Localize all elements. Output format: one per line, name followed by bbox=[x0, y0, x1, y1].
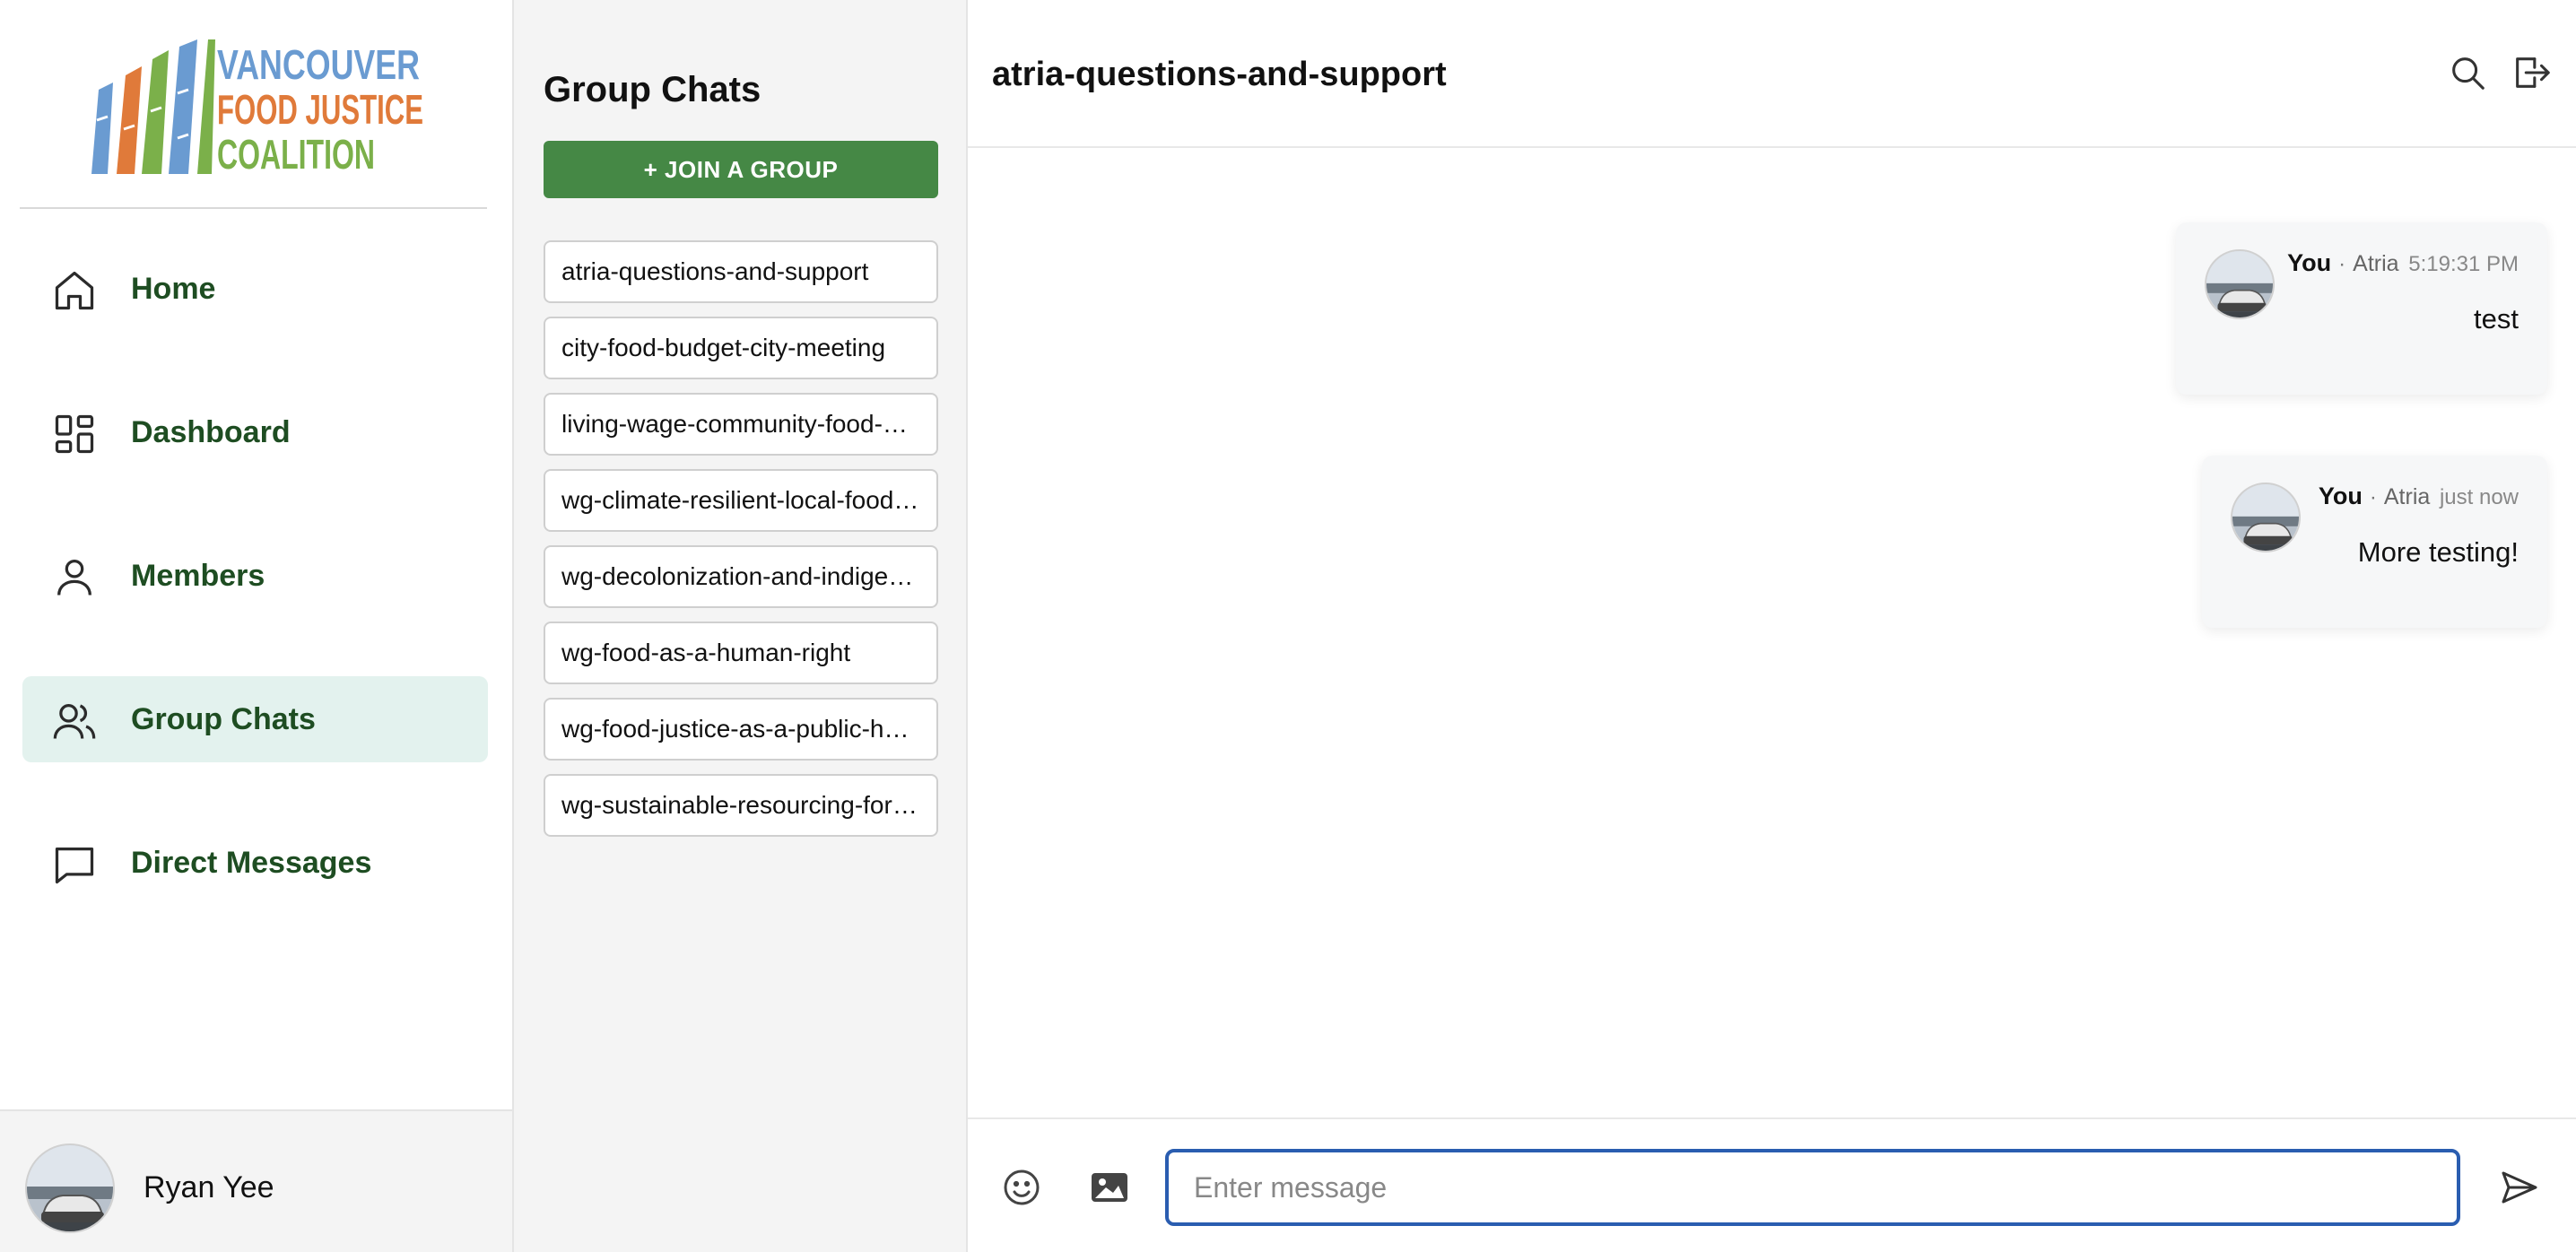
message-composer bbox=[968, 1117, 2576, 1252]
avatar-photo-icon bbox=[27, 1145, 113, 1231]
user-profile-footer[interactable]: Ryan Yee bbox=[0, 1109, 512, 1252]
message-list: You · Atria 5:19:31 PM test You · Atria just… bbox=[968, 149, 2576, 1117]
group-item[interactable]: wg-climate-resilient-local-food-systems bbox=[544, 469, 938, 532]
chat-title: atria-questions-and-support bbox=[992, 56, 1447, 93]
group-item[interactable]: wg-food-as-a-human-right bbox=[544, 622, 938, 684]
avatar-photo-icon bbox=[2206, 251, 2273, 317]
image-upload-icon[interactable] bbox=[1088, 1166, 1131, 1209]
group-item[interactable]: atria-questions-and-support bbox=[544, 240, 938, 303]
nav-item-dashboard[interactable]: Dashboard bbox=[22, 389, 488, 475]
chat-panel: atria-questions-and-support You · Atria 5:… bbox=[968, 0, 2576, 1252]
nav-label-dashboard: Dashboard bbox=[131, 414, 291, 449]
nav-label-home: Home bbox=[131, 271, 216, 306]
message-input[interactable] bbox=[1165, 1149, 2460, 1226]
avatar[interactable] bbox=[25, 1143, 115, 1233]
nav-item-members[interactable]: Members bbox=[22, 533, 488, 619]
dashboard-icon bbox=[55, 414, 94, 454]
nav-label-direct-messages: Direct Messages bbox=[131, 845, 372, 880]
chat-bubble-icon bbox=[55, 848, 94, 884]
chat-header: atria-questions-and-support bbox=[968, 0, 2576, 148]
nav-item-home[interactable]: Home bbox=[22, 246, 488, 332]
logo-divider bbox=[20, 207, 487, 209]
logo-line3: COALITION bbox=[217, 131, 375, 176]
group-list-panel: Group Chats + JOIN A GROUP atria-questio… bbox=[514, 0, 968, 1252]
message-org: Atria bbox=[2383, 484, 2431, 509]
meta-separator: · bbox=[2338, 252, 2346, 276]
coalition-logo[interactable]: VANCOUVER FOOD JUSTICE COALITION bbox=[86, 39, 427, 176]
nav-item-direct-messages[interactable]: Direct Messages bbox=[22, 820, 488, 906]
logo-line2: FOOD JUSTICE bbox=[217, 86, 423, 133]
message-bubble: You · Atria 5:19:31 PM test bbox=[2176, 222, 2547, 395]
user-name: Ryan Yee bbox=[144, 1170, 274, 1204]
send-icon[interactable] bbox=[2498, 1166, 2541, 1209]
message-text: test bbox=[2474, 303, 2519, 335]
message-sender: You bbox=[2318, 483, 2363, 509]
nav-label-group-chats: Group Chats bbox=[131, 701, 316, 736]
home-icon bbox=[55, 271, 94, 310]
message-text: More testing! bbox=[2357, 536, 2519, 568]
group-list-title: Group Chats bbox=[544, 70, 761, 109]
sidebar-nav: VANCOUVER FOOD JUSTICE COALITION Home Da… bbox=[0, 0, 514, 1252]
avatar-photo-icon bbox=[2232, 484, 2299, 551]
logo-bars bbox=[91, 39, 215, 174]
meta-separator: · bbox=[2369, 485, 2377, 509]
nav-item-group-chats[interactable]: Group Chats bbox=[22, 676, 488, 762]
search-icon[interactable] bbox=[2447, 52, 2488, 93]
person-icon bbox=[57, 559, 91, 596]
users-icon bbox=[53, 704, 96, 739]
group-item[interactable]: wg-decolonization-and-indigenous-food-so… bbox=[544, 545, 938, 608]
leave-group-icon[interactable] bbox=[2511, 52, 2552, 93]
logo-line1: VANCOUVER bbox=[217, 41, 420, 88]
message-meta: You · Atria just now bbox=[2319, 483, 2519, 510]
message-bubble: You · Atria just now More testing! bbox=[2202, 456, 2547, 628]
group-item[interactable]: wg-food-justice-as-a-public-health-prior… bbox=[544, 698, 938, 761]
avatar bbox=[2231, 483, 2301, 552]
avatar bbox=[2205, 249, 2275, 319]
group-item[interactable]: living-wage-community-food-workers bbox=[544, 393, 938, 456]
message-time: 5:19:31 PM bbox=[2408, 252, 2519, 276]
message-org: Atria bbox=[2353, 251, 2399, 276]
join-group-button[interactable]: + JOIN A GROUP bbox=[544, 141, 938, 198]
message-time: just now bbox=[2439, 485, 2519, 509]
message-sender: You bbox=[2287, 249, 2332, 276]
group-item[interactable]: wg-sustainable-resourcing-for-food-progr… bbox=[544, 774, 938, 837]
emoji-icon[interactable] bbox=[1000, 1166, 1043, 1209]
group-item[interactable]: city-food-budget-city-meeting bbox=[544, 317, 938, 379]
nav-label-members: Members bbox=[131, 558, 265, 593]
message-meta: You · Atria 5:19:31 PM bbox=[2287, 249, 2519, 277]
